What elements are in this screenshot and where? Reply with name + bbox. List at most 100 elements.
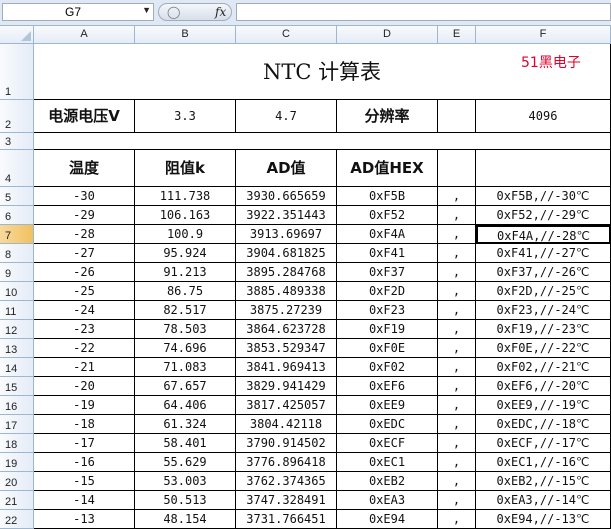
cell[interactable]: 3853.529347	[236, 339, 337, 358]
cell[interactable]: 91.213	[135, 263, 236, 282]
cell[interactable]: 0xF0E,//-22℃	[476, 339, 611, 358]
cell[interactable]: ,	[438, 415, 476, 434]
row-header-14[interactable]: 14	[0, 358, 34, 377]
row-header-13[interactable]: 13	[0, 339, 34, 358]
cell[interactable]: AD值	[236, 150, 337, 187]
cell[interactable]: 0xF41	[337, 244, 438, 263]
cell[interactable]: ,	[438, 377, 476, 396]
cell[interactable]: ,	[438, 282, 476, 301]
row-header-2[interactable]: 2	[0, 100, 34, 133]
cell[interactable]: 3904.681825	[236, 244, 337, 263]
cell[interactable]: 95.924	[135, 244, 236, 263]
cell[interactable]: 0xE94,//-13℃	[476, 510, 611, 529]
cell[interactable]: -29	[34, 206, 135, 225]
cell[interactable]: ,	[438, 244, 476, 263]
row-header-18[interactable]: 18	[0, 434, 34, 453]
cell[interactable]: -17	[34, 434, 135, 453]
cell[interactable]: -28	[34, 225, 135, 244]
cell[interactable]: 0xEB2	[337, 472, 438, 491]
cell[interactable]: 0xF5B,//-30℃	[476, 187, 611, 206]
cell[interactable]: ,	[438, 225, 476, 244]
cell[interactable]: 0xF52	[337, 206, 438, 225]
cell[interactable]: 0xF19	[337, 320, 438, 339]
cell[interactable]: 0xEF6	[337, 377, 438, 396]
cell[interactable]: 3.3	[135, 100, 236, 133]
cell[interactable]: 0xEC1,//-16℃	[476, 453, 611, 472]
cell[interactable]: 3875.27239	[236, 301, 337, 320]
cell[interactable]: 0xEE9,//-19℃	[476, 396, 611, 415]
cell[interactable]: -23	[34, 320, 135, 339]
name-box[interactable]: G7 ▼	[2, 3, 154, 21]
cell[interactable]: 3895.284768	[236, 263, 337, 282]
cell[interactable]: -14	[34, 491, 135, 510]
cell[interactable]: 67.657	[135, 377, 236, 396]
row-header-20[interactable]: 20	[0, 472, 34, 491]
cell[interactable]: -27	[34, 244, 135, 263]
cell[interactable]: -21	[34, 358, 135, 377]
column-header-c[interactable]: C	[236, 26, 337, 44]
cell[interactable]: ,	[438, 206, 476, 225]
cell[interactable]: 分辨率	[337, 100, 438, 133]
cell[interactable]: 0xF23	[337, 301, 438, 320]
cell[interactable]: -13	[34, 510, 135, 529]
cell[interactable]: ,	[438, 472, 476, 491]
cell[interactable]: 0xF19,//-23℃	[476, 320, 611, 339]
cell[interactable]: 0xECF	[337, 434, 438, 453]
column-header-f[interactable]: F	[476, 26, 611, 44]
cell[interactable]: 0xEDC	[337, 415, 438, 434]
insert-function-icon[interactable]: fx	[215, 5, 226, 19]
cell[interactable]: 53.003	[135, 472, 236, 491]
cell[interactable]: AD值HEX	[337, 150, 438, 187]
cell[interactable]: -25	[34, 282, 135, 301]
cell[interactable]: ,	[438, 453, 476, 472]
cell[interactable]: -19	[34, 396, 135, 415]
cell[interactable]: ,	[438, 434, 476, 453]
row-header-21[interactable]: 21	[0, 491, 34, 510]
cell[interactable]: 3731.766451	[236, 510, 337, 529]
cell[interactable]: 0xF52,//-29℃	[476, 206, 611, 225]
cell[interactable]: 0xF2D,//-25℃	[476, 282, 611, 301]
cell[interactable]: 0xF4A,//-28℃	[476, 225, 611, 244]
cell[interactable]: 0xEB2,//-15℃	[476, 472, 611, 491]
cell[interactable]: 0xF4A	[337, 225, 438, 244]
row-header-12[interactable]: 12	[0, 320, 34, 339]
cell[interactable]: 61.324	[135, 415, 236, 434]
cell[interactable]: 111.738	[135, 187, 236, 206]
row-header-3[interactable]: 3	[0, 133, 34, 150]
cell[interactable]: -26	[34, 263, 135, 282]
cell[interactable]: 0xEE9	[337, 396, 438, 415]
cell[interactable]: ,	[438, 396, 476, 415]
cell[interactable]: ,	[438, 358, 476, 377]
cell[interactable]: 3804.42118	[236, 415, 337, 434]
cell[interactable]: 3817.425057	[236, 396, 337, 415]
row-header-8[interactable]: 8	[0, 244, 34, 263]
cell[interactable]: 3776.896418	[236, 453, 337, 472]
row-header-1[interactable]: 1	[0, 44, 34, 100]
cell[interactable]: 电源电压V	[34, 100, 135, 133]
cell[interactable]: 3864.623728	[236, 320, 337, 339]
column-header-e[interactable]: E	[438, 26, 476, 44]
cell[interactable]: 0xEC1	[337, 453, 438, 472]
cell[interactable]: ,	[438, 339, 476, 358]
cell[interactable]: ,	[438, 263, 476, 282]
column-header-a[interactable]: A	[34, 26, 135, 44]
cell[interactable]: 50.513	[135, 491, 236, 510]
column-header-b[interactable]: B	[135, 26, 236, 44]
cell[interactable]: 0xF2D	[337, 282, 438, 301]
cell[interactable]: 0xF0E	[337, 339, 438, 358]
cell[interactable]: 0xF37	[337, 263, 438, 282]
row-header-16[interactable]: 16	[0, 396, 34, 415]
cell[interactable]: 74.696	[135, 339, 236, 358]
cell[interactable]: 58.401	[135, 434, 236, 453]
cell[interactable]: 0xF02,//-21℃	[476, 358, 611, 377]
cell[interactable]: 4.7	[236, 100, 337, 133]
cell[interactable]: -22	[34, 339, 135, 358]
cell[interactable]: 阻值k	[135, 150, 236, 187]
formula-input[interactable]	[236, 3, 611, 21]
cell[interactable]: 0xECF,//-17℃	[476, 434, 611, 453]
cell[interactable]: 0xEDC,//-18℃	[476, 415, 611, 434]
cell[interactable]: 0xEA3	[337, 491, 438, 510]
row-header-9[interactable]: 9	[0, 263, 34, 282]
cell[interactable]: 0xF5B	[337, 187, 438, 206]
cell[interactable]: 0xEF6,//-20℃	[476, 377, 611, 396]
